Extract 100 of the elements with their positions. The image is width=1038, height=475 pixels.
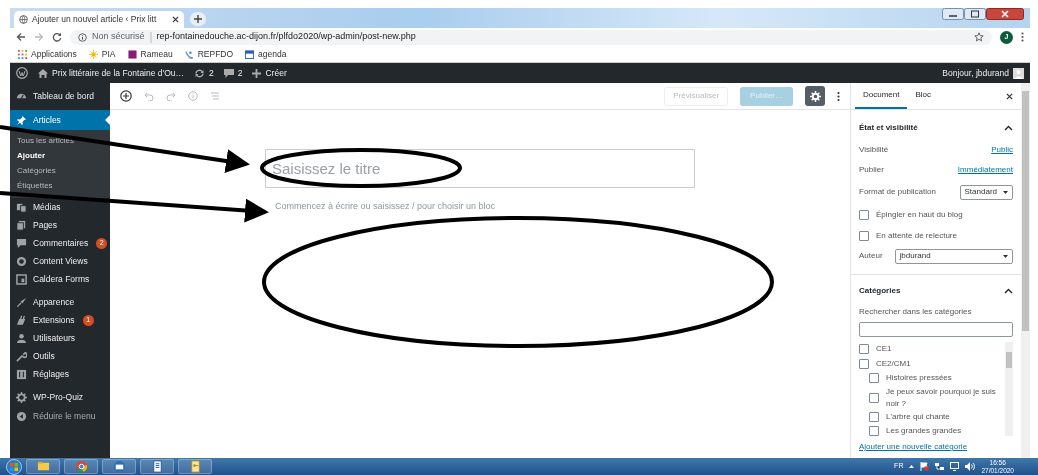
sidebar-item[interactable]: Articles [10, 110, 110, 130]
start-button-icon[interactable] [6, 458, 22, 475]
form-icon [16, 273, 27, 285]
wordpress-logo-icon[interactable] [16, 67, 28, 79]
close-icon[interactable] [986, 8, 1024, 20]
publish-date-link[interactable]: Immédiatement [957, 164, 1013, 176]
panel-tab[interactable]: Document [855, 83, 908, 109]
network-icon[interactable] [935, 462, 945, 471]
minimize-icon[interactable] [942, 8, 964, 20]
scrollbar[interactable] [1005, 342, 1013, 436]
checkbox[interactable] [859, 344, 869, 355]
chrome-taskbar-button[interactable] [64, 459, 98, 474]
more-icon[interactable] [837, 90, 840, 102]
circle-icon [16, 255, 27, 267]
bookmark-link[interactable]: Applications [31, 47, 77, 61]
apps-grid-icon[interactable] [18, 49, 27, 59]
avatar-icon[interactable] [1013, 67, 1024, 79]
plus-icon[interactable] [252, 68, 262, 78]
greeting-link[interactable]: Bonjour, jbdurand [942, 66, 1009, 80]
field-label: Publier [859, 164, 884, 176]
new-tab-button[interactable] [190, 12, 206, 26]
chevron-icon[interactable] [1004, 125, 1013, 131]
bookmark-link[interactable]: Rameau [140, 47, 173, 61]
plug-icon [16, 314, 27, 326]
checkbox-label: Histoires pressées [886, 372, 952, 385]
caret-up-icon[interactable] [909, 465, 915, 468]
sliders-icon [16, 368, 27, 380]
new-content-link[interactable]: Créer [265, 66, 287, 80]
comment-icon[interactable] [223, 68, 234, 78]
scrollbar[interactable] [1021, 83, 1030, 458]
visibility-link[interactable]: Public [991, 144, 1013, 156]
site-name-link[interactable]: Prix littéraire de la Fontaine d'Ou… [52, 66, 184, 80]
back-icon[interactable] [16, 32, 26, 42]
panel-tab[interactable]: Bloc [907, 83, 940, 109]
submenu-item[interactable]: Catégories [10, 163, 110, 178]
sidebar-item[interactable]: Content Views [10, 252, 110, 270]
checkbox[interactable] [869, 426, 879, 436]
folder-taskbar-button[interactable] [26, 459, 60, 474]
maximize-icon[interactable] [964, 8, 986, 20]
checkbox[interactable] [869, 411, 879, 422]
pages-icon [16, 219, 27, 231]
checkbox[interactable] [859, 358, 869, 369]
sidebar-item[interactable]: Caldera Forms [10, 270, 110, 288]
security-label: Non sécurisé [92, 30, 145, 44]
bookmark-link[interactable]: PIA [101, 47, 116, 61]
add-block-icon[interactable] [120, 90, 132, 102]
chevron-icon[interactable] [1004, 287, 1013, 294]
satellite-dish-icon[interactable] [184, 49, 194, 59]
speaker-icon[interactable] [965, 462, 976, 471]
info-icon [78, 32, 87, 42]
tab-title: Ajouter un nouvel article ‹ Prix litt [32, 13, 157, 26]
monitor-icon[interactable] [950, 462, 960, 471]
globe-icon [19, 15, 28, 24]
mail-client-taskbar-button[interactable] [102, 459, 136, 474]
wrench-icon [16, 350, 27, 362]
sidebar-item[interactable]: Pages [10, 216, 110, 234]
reload-icon[interactable] [52, 32, 62, 42]
home-icon[interactable] [38, 68, 48, 78]
close-icon[interactable] [172, 16, 179, 23]
checkbox[interactable] [869, 373, 879, 384]
sidebar-item[interactable]: Outils [10, 347, 110, 365]
sidebar-item[interactable]: Apparence [10, 293, 110, 311]
address-bar[interactable]: Non sécurisé rep-fontainedouche.ac-dijon.fr/plfdo2020/wp-admin/post-new.php [70, 29, 992, 45]
plus-icon [194, 15, 202, 23]
collapse-menu-button[interactable]: Réduire le menu [10, 406, 110, 426]
sidebar-item[interactable]: Réglages [10, 365, 110, 383]
sidebar-item[interactable]: Utilisateurs [10, 329, 110, 347]
checkbox-label: Épingler en haut du blog [876, 208, 963, 221]
bookmark-link[interactable]: REPFDO [197, 47, 234, 61]
submenu-item[interactable]: Ajouter [10, 148, 110, 163]
add-category-link[interactable]: Ajouter une nouvelle catégorie [859, 441, 1013, 453]
square-icon[interactable] [127, 49, 137, 59]
bookmark-link[interactable]: agenda [258, 47, 287, 61]
calendar-icon[interactable] [245, 49, 255, 59]
settings-button[interactable] [805, 86, 825, 106]
key-document-icon [188, 460, 202, 473]
document-taskbar-button[interactable] [140, 459, 174, 474]
more-icon[interactable] [1021, 32, 1024, 42]
close-icon[interactable] [1006, 92, 1013, 100]
comments-count: 2 [237, 66, 243, 80]
checkbox[interactable] [859, 230, 869, 241]
sidebar-item[interactable]: Tableau de bord [10, 83, 110, 110]
submenu-item[interactable]: Tous les articles [10, 133, 110, 148]
flag-icon[interactable] [920, 462, 930, 471]
checkbox[interactable] [869, 392, 879, 403]
submenu-item[interactable]: Étiquettes [10, 178, 110, 193]
refresh-icon[interactable] [194, 68, 205, 78]
format-select[interactable]: Standard [959, 184, 1013, 200]
sidebar-item[interactable]: Médias [10, 198, 110, 216]
title-field[interactable]: Saisissez le titre [265, 149, 695, 188]
search-field[interactable] [859, 322, 1013, 337]
sidebar-item[interactable]: WP-Pro-Quiz [10, 388, 110, 406]
star-icon[interactable] [974, 32, 984, 42]
checkbox[interactable] [859, 209, 869, 220]
author-select[interactable]: jbdurand [894, 248, 1013, 264]
browser-tab[interactable]: Ajouter un nouvel article ‹ Prix litt [14, 11, 184, 28]
chrome-icon [74, 460, 88, 473]
caret-icon [1003, 254, 1008, 258]
key-document-taskbar-button[interactable] [178, 459, 212, 474]
field-label: Rechercher dans les catégories [858, 306, 973, 318]
